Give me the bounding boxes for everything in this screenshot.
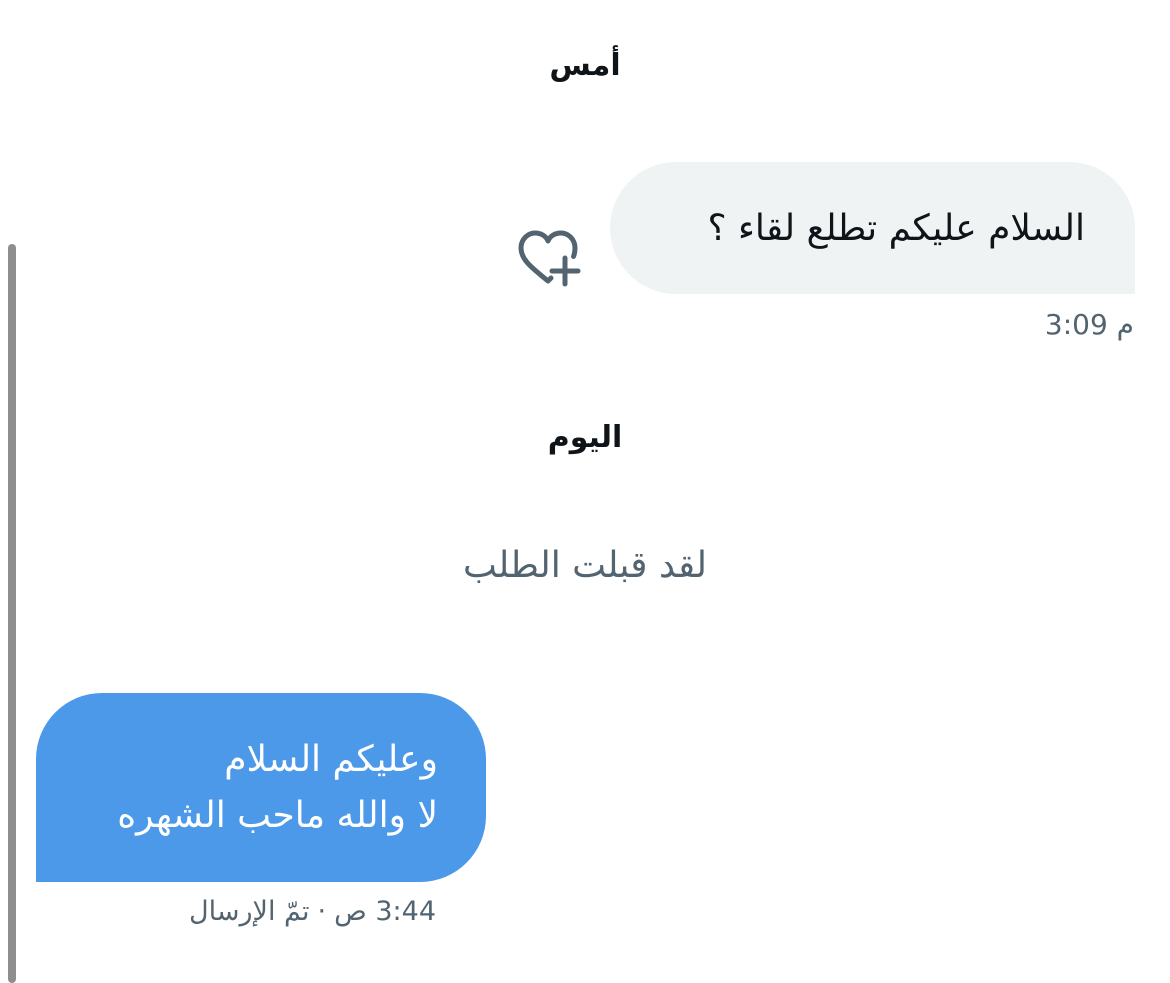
outgoing-message-line: لا والله ماحب الشهره: [117, 794, 438, 836]
date-separator-today: اليوم: [547, 420, 623, 455]
outgoing-time: 3:44 ص: [334, 896, 436, 927]
outgoing-message-line: وعليكم السلام: [224, 738, 438, 780]
heart-plus-icon[interactable]: [515, 228, 581, 288]
sent-status: تمّ الإرسال: [189, 896, 310, 927]
incoming-message-bubble[interactable]: السلام عليكم تطلع لقاء ؟: [610, 162, 1135, 294]
outgoing-status: 3:44 ص·تمّ الإرسال: [36, 896, 436, 927]
incoming-message-text: السلام عليكم تطلع لقاء ؟: [707, 207, 1085, 249]
request-accepted-notice: لقد قبلت الطلب: [462, 545, 708, 586]
date-separator-yesterday: أمس: [549, 48, 621, 83]
status-separator: ·: [317, 896, 327, 927]
scrollbar[interactable]: [8, 244, 16, 983]
outgoing-message-bubble[interactable]: وعليكم السلام لا والله ماحب الشهره: [36, 693, 486, 882]
incoming-timestamp: 3:09 م: [1044, 308, 1134, 341]
